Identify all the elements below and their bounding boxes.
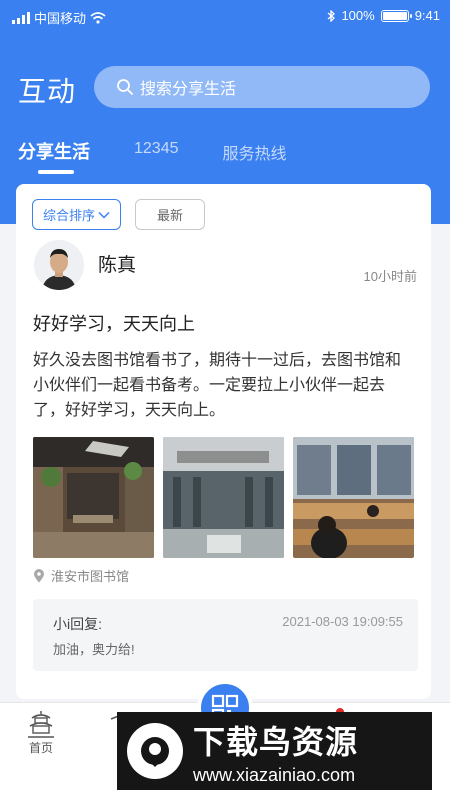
post-time: 10小时前: [363, 269, 417, 284]
home-pagoda-icon: [28, 711, 54, 738]
sort-latest-button[interactable]: 最新: [135, 199, 205, 230]
tab-service-hotline[interactable]: 服务热线: [223, 140, 287, 176]
signal-icon: [12, 11, 30, 24]
post-title: 好好学习，天天向上: [33, 314, 195, 334]
search-icon: [117, 79, 133, 95]
wifi-icon: [90, 11, 106, 24]
reply-box: 小i回复: 2021-08-03 19:09:55 加油，奥力给!: [33, 599, 418, 671]
sort-comprehensive-button[interactable]: 综合排序: [32, 199, 121, 230]
tab-home[interactable]: 首页: [26, 709, 56, 756]
status-bar: 中国移动 100% 9:41: [0, 0, 450, 32]
avatar[interactable]: [34, 240, 84, 290]
photo-reading-room[interactable]: [293, 437, 414, 558]
watermark-url: www.xiazainiao.com: [193, 764, 356, 785]
search-bar[interactable]: 搜索分享生活: [94, 66, 430, 108]
chevron-down-icon: [98, 211, 110, 219]
location-pin-icon: [34, 568, 44, 582]
watermark: 下载鸟资源 www.xiazainiao.com: [117, 712, 432, 790]
reply-time: 2021-08-03 19:09:55: [282, 614, 403, 629]
location[interactable]: 淮安市图书馆: [33, 566, 129, 585]
clock: 9:41: [414, 8, 440, 23]
bluetooth-icon: [328, 9, 336, 22]
photo-library-exterior[interactable]: [163, 437, 284, 558]
post-card: 综合排序 最新 陈真 10小时前 好好学习，天天向上 好久没去图书馆看书了，期待…: [16, 184, 431, 699]
battery-percent: 100%: [341, 8, 375, 23]
author-name[interactable]: 陈真: [98, 250, 136, 277]
watermark-logo: [127, 723, 183, 779]
reply-text: 加油，奥力给!: [53, 642, 135, 657]
carrier: 中国移动: [34, 11, 87, 26]
tab-home-label: 首页: [28, 741, 53, 755]
location-label: 淮安市图书馆: [51, 569, 130, 584]
photo-library-interior[interactable]: [33, 437, 154, 558]
page-title: 互动: [18, 76, 77, 107]
watermark-title: 下载鸟资源: [193, 723, 359, 760]
post-body: 好久没去图书馆看书了，期待十一过后，去图书馆和小伙伴们一起看书备考。一定要拉上小…: [33, 352, 402, 419]
tab-12345[interactable]: 12345: [134, 140, 179, 176]
search-placeholder: 搜索分享生活: [140, 81, 237, 98]
sort-comprehensive-label: 综合排序: [42, 208, 95, 223]
tab-share-life[interactable]: 分享生活: [18, 138, 90, 174]
reply-author: 小i回复:: [53, 616, 102, 632]
sort-options: 综合排序 最新: [32, 199, 205, 230]
photo-grid: [33, 437, 414, 558]
tab-bar: 分享生活 12345 服务热线: [18, 138, 331, 176]
battery-icon: [380, 9, 412, 22]
